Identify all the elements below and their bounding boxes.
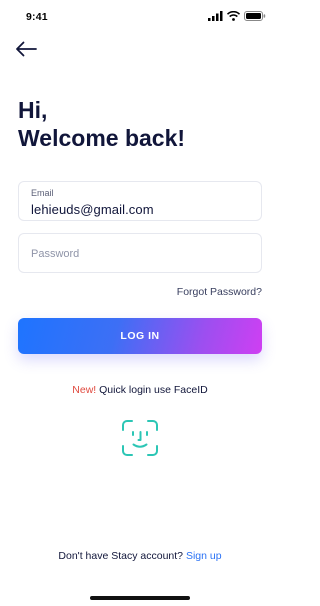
login-button-label: LOG IN [120, 330, 160, 342]
email-label: Email [31, 188, 54, 198]
password-field[interactable]: Password [18, 233, 262, 273]
wifi-icon [227, 11, 240, 21]
signup-link[interactable]: Sign up [186, 550, 222, 562]
status-time: 9:41 [26, 11, 48, 23]
welcome-line: Welcome back! [18, 125, 186, 151]
password-placeholder: Password [31, 248, 80, 260]
signup-prompt: Don't have Stacy account? Sign up [0, 550, 280, 562]
home-indicator [90, 596, 190, 600]
email-field[interactable]: Email lehieuds@gmail.com [18, 181, 262, 221]
status-icons [208, 11, 266, 21]
login-button[interactable]: LOG IN [18, 318, 262, 354]
faceid-promo: New! Quick login use FaceID [0, 384, 280, 396]
arrow-left-icon [16, 41, 37, 57]
greeting-line: Hi, [18, 97, 48, 123]
faceid-text: Quick login use FaceID [99, 384, 208, 396]
page-title: Hi, Welcome back! [18, 96, 185, 152]
status-bar: 9:41 [0, 0, 280, 34]
forgot-password-link[interactable]: Forgot Password? [177, 286, 262, 298]
new-badge: New! [72, 384, 97, 396]
faceid-button[interactable] [120, 418, 160, 458]
face-id-icon [122, 420, 158, 456]
signup-question: Don't have Stacy account? [58, 550, 184, 562]
battery-icon [244, 11, 266, 21]
email-value[interactable]: lehieuds@gmail.com [31, 202, 154, 217]
back-button[interactable] [15, 38, 41, 60]
cellular-signal-icon [208, 11, 223, 21]
